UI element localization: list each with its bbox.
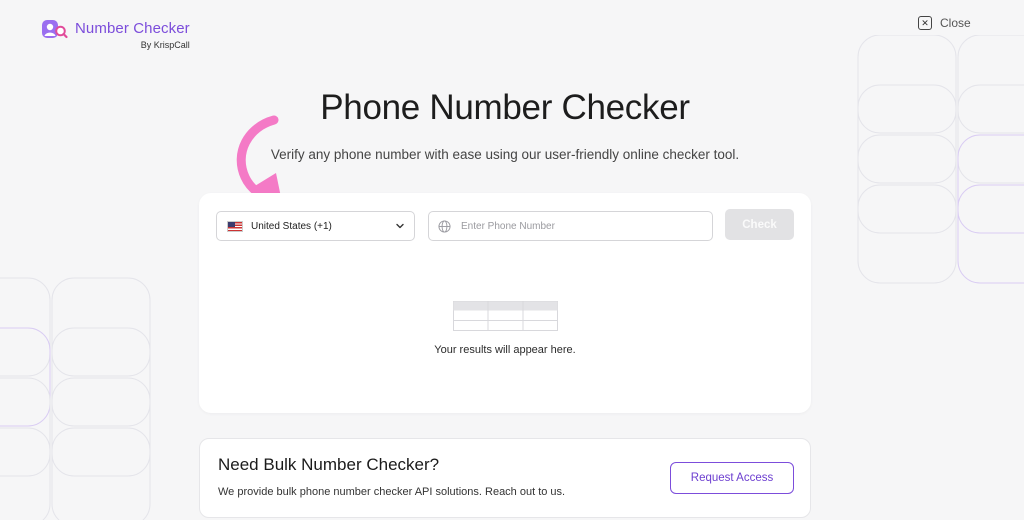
page-title: Phone Number Checker xyxy=(320,88,690,127)
country-select[interactable]: United States (+1) xyxy=(216,211,415,241)
country-select-value: United States (+1) xyxy=(251,220,332,232)
results-placeholder: Your results will appear here. xyxy=(434,344,576,356)
phone-number-field[interactable] xyxy=(428,211,713,241)
bulk-description: We provide bulk phone number checker API… xyxy=(218,486,566,498)
globe-icon xyxy=(438,219,451,233)
krispcall-logo-icon xyxy=(40,18,70,42)
close-icon: ✕ xyxy=(918,16,932,30)
brand-subtitle: By KrispCall xyxy=(140,40,190,50)
request-access-button[interactable]: Request Access xyxy=(670,462,794,494)
chevron-down-icon xyxy=(396,223,404,229)
background-grid-decoration-left xyxy=(0,277,151,520)
brand-title: Number Checker xyxy=(75,20,190,37)
empty-results-table-icon xyxy=(453,301,558,331)
check-button[interactable]: Check xyxy=(725,209,794,240)
page-subtitle: Verify any phone number with ease using … xyxy=(270,147,740,162)
close-label: Close xyxy=(940,16,971,30)
bulk-checker-card: Need Bulk Number Checker? We provide bul… xyxy=(199,438,811,518)
phone-number-input[interactable] xyxy=(459,219,693,233)
brand-logo[interactable]: Number Checker By KrispCall xyxy=(40,18,190,50)
checker-card: United States (+1) Check Your results wi… xyxy=(199,193,811,413)
us-flag-icon xyxy=(227,220,243,232)
background-grid-decoration xyxy=(857,35,1024,284)
close-button[interactable]: ✕ Close xyxy=(918,16,971,30)
bulk-title: Need Bulk Number Checker? xyxy=(218,455,440,474)
